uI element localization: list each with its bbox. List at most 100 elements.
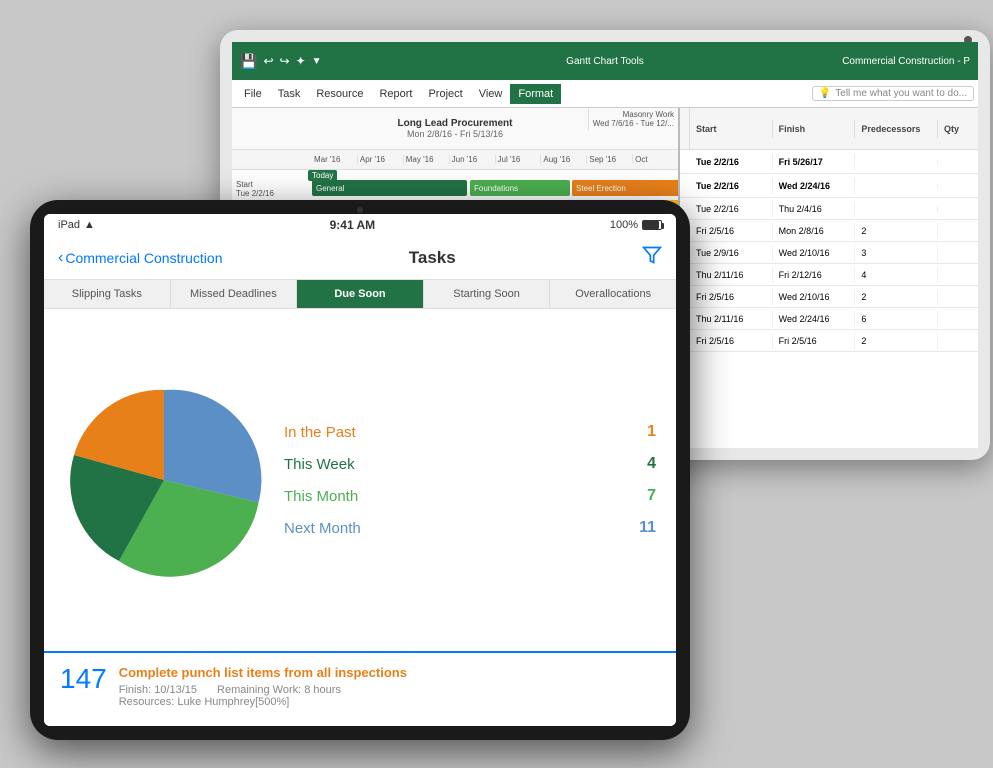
segment-slipping[interactable]: Slipping Tasks — [44, 280, 171, 308]
legend-this-week[interactable]: This Week 4 — [284, 455, 656, 473]
tab-view[interactable]: View — [471, 84, 511, 104]
segment-overalloc[interactable]: Overallocations — [550, 280, 676, 308]
month-aug: Aug '16 — [541, 155, 587, 164]
ipad-camera — [357, 207, 363, 213]
row0-pred — [855, 159, 938, 165]
table-row-1: Tue 2/2/16 Wed 2/24/16 — [680, 174, 978, 198]
tab-file[interactable]: File — [236, 84, 270, 104]
segment-missed[interactable]: Missed Deadlines — [171, 280, 298, 308]
row7-qty — [938, 316, 978, 322]
tab-project[interactable]: Project — [420, 84, 470, 104]
task-detail-header: 147 Complete punch list items from all i… — [60, 665, 660, 708]
row7-start: Thu 2/11/16 — [690, 311, 773, 327]
row2-qty — [938, 206, 978, 212]
gantt-data-table: Start Finish Predecessors Qty Tue 2/2/16… — [678, 108, 978, 448]
chart-area: In the Past 1 This Week 4 This Month 7 N… — [44, 309, 676, 651]
row7-finish: Wed 2/24/16 — [773, 311, 856, 327]
table-row-0: Tue 2/2/16 Fri 5/26/17 — [680, 150, 978, 174]
row3-start: Fri 2/5/16 — [690, 223, 773, 239]
legend-in-past[interactable]: In the Past 1 — [284, 423, 656, 441]
row1-pred — [855, 183, 938, 189]
gantt-tools-label: Gantt Chart Tools — [566, 56, 644, 67]
redo-icon: ↪ — [280, 54, 290, 68]
pie-chart — [64, 380, 264, 580]
row0-qty — [938, 159, 978, 165]
task-finish-label: Finish: 10/13/15 — [119, 684, 197, 696]
task-detail-card[interactable]: 147 Complete punch list items from all i… — [44, 651, 676, 726]
legend-value-next: 11 — [639, 519, 656, 537]
row6-pred: 2 — [855, 289, 938, 305]
masonry-label: Masonry Work Wed 7/6/16 - Tue 12/... — [588, 108, 678, 130]
battery-fill — [643, 221, 659, 229]
row8-finish: Fri 2/5/16 — [773, 333, 856, 349]
month-apr: Apr '16 — [358, 155, 404, 164]
col-finish: Finish — [773, 120, 856, 138]
row5-qty — [938, 272, 978, 278]
row5-start: Thu 2/11/16 — [690, 267, 773, 283]
legend-value-past: 1 — [647, 423, 656, 441]
col-arrow — [680, 108, 690, 149]
table-row-3: Fri 2/5/16 Mon 2/8/16 2 — [680, 220, 978, 242]
gantt-table-header: Start Finish Predecessors Qty — [680, 108, 978, 150]
ribbon-search[interactable]: 💡 Tell me what you want to do... — [812, 86, 974, 101]
row5-finish: Fri 2/12/16 — [773, 267, 856, 283]
tab-resource[interactable]: Resource — [308, 84, 371, 104]
month-mar: Mar '16 — [312, 155, 358, 164]
row4-start: Tue 2/9/16 — [690, 245, 773, 261]
tab-report[interactable]: Report — [371, 84, 420, 104]
bar-foundations: Foundations — [470, 180, 570, 196]
row6-qty — [938, 294, 978, 300]
months-row: Mar '16 Apr '16 May '16 Jun '16 Jul '16 … — [232, 150, 678, 170]
month-may: May '16 — [404, 155, 450, 164]
month-oct: Oct — [633, 155, 678, 164]
project-toolbar: 💾 ↩ ↪ ✦ ▼ Gantt Chart Tools Commercial C… — [232, 42, 978, 80]
legend-value-month: 7 — [647, 487, 656, 505]
filter-button[interactable] — [642, 245, 662, 270]
app-title: Commercial Construction - P — [842, 56, 970, 67]
row3-finish: Mon 2/8/16 — [773, 223, 856, 239]
task-remaining-label: Remaining Work: 8 hours — [217, 684, 341, 696]
legend-this-month[interactable]: This Month 7 — [284, 487, 656, 505]
table-row-4: Tue 2/9/16 Wed 2/10/16 3 — [680, 242, 978, 264]
row6-finish: Wed 2/10/16 — [773, 289, 856, 305]
wifi-icon: ▲ — [84, 219, 95, 231]
more-icon: ▼ — [312, 56, 322, 67]
back-button[interactable]: ‹ Commercial Construction — [58, 249, 223, 267]
masonry-title: Masonry Work — [593, 110, 674, 119]
pie-legend: In the Past 1 This Week 4 This Month 7 N… — [284, 423, 656, 537]
legend-value-week: 4 — [647, 455, 656, 473]
col-start: Start — [690, 120, 773, 138]
ipad-label: iPad — [58, 219, 80, 231]
table-row-5: Thu 2/11/16 Fri 2/12/16 4 — [680, 264, 978, 286]
segment-due-soon[interactable]: Due Soon — [297, 280, 424, 308]
bar-general: General — [312, 180, 467, 196]
month-sep: Sep '16 — [587, 155, 633, 164]
back-chevron-icon: ‹ — [58, 249, 63, 267]
nav-title: Tasks — [223, 248, 643, 268]
legend-label-week: This Week — [284, 456, 355, 473]
task-meta: Finish: 10/13/15 Remaining Work: 8 hours — [119, 684, 660, 696]
row1-start: Tue 2/2/16 — [690, 178, 773, 194]
status-time: 9:41 AM — [330, 218, 376, 232]
month-cells: Mar '16 Apr '16 May '16 Jun '16 Jul '16 … — [312, 155, 678, 164]
task-resources: Resources: Luke Humphrey[500%] — [119, 696, 660, 708]
task-title: Complete punch list items from all inspe… — [119, 665, 660, 680]
table-row-8: Fri 2/5/16 Fri 2/5/16 2 — [680, 330, 978, 352]
row0-start: Tue 2/2/16 — [690, 154, 773, 170]
col-qty: Qty — [938, 120, 978, 138]
battery-icon — [642, 220, 662, 230]
segment-starting[interactable]: Starting Soon — [424, 280, 551, 308]
legend-next-month[interactable]: Next Month 11 — [284, 519, 656, 537]
row2-finish: Thu 2/4/16 — [773, 201, 856, 217]
start-label: Start Tue 2/2/16 — [236, 180, 274, 198]
row3-qty — [938, 228, 978, 234]
ipad-nav-bar: ‹ Commercial Construction Tasks — [44, 236, 676, 280]
tab-task[interactable]: Task — [270, 84, 309, 104]
row4-finish: Wed 2/10/16 — [773, 245, 856, 261]
row7-pred: 6 — [855, 311, 938, 327]
month-jun: Jun '16 — [450, 155, 496, 164]
task-number: 147 — [60, 665, 107, 693]
tab-format[interactable]: Format — [510, 84, 561, 104]
bar-steel: Steel Erection — [572, 180, 678, 196]
status-left: iPad ▲ — [58, 219, 95, 231]
